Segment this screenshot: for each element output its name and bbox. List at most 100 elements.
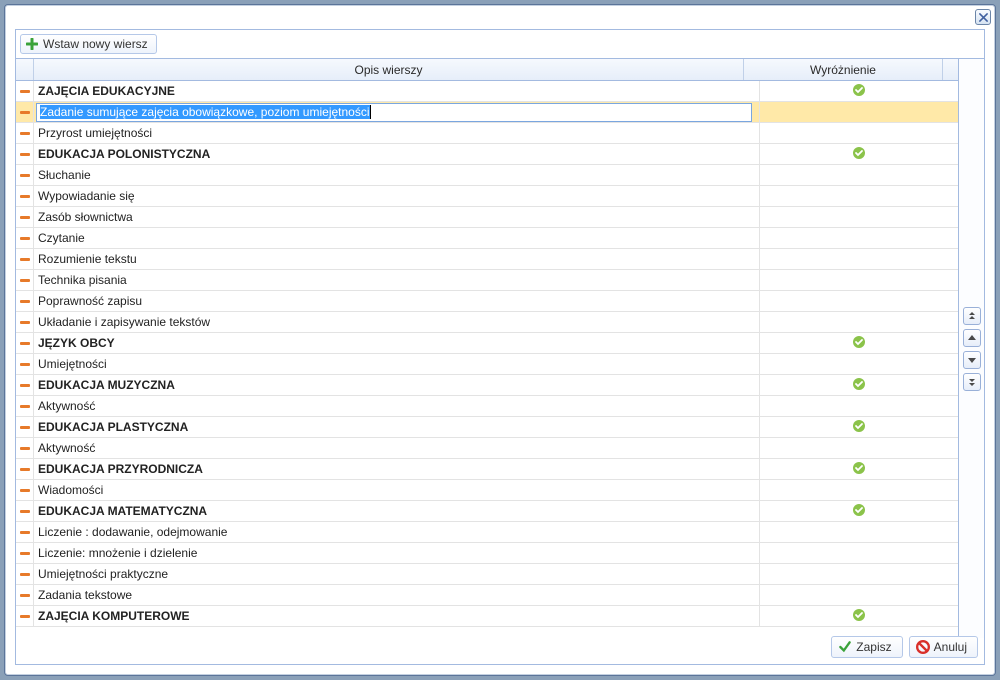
table-row[interactable]: EDUKACJA PRZYRODNICZA	[16, 459, 958, 480]
move-up-button[interactable]	[963, 329, 981, 347]
row-highlight[interactable]	[760, 396, 958, 416]
row-handle[interactable]	[16, 312, 34, 332]
row-description[interactable]: JĘZYK OBCY	[34, 333, 760, 353]
row-handle[interactable]	[16, 123, 34, 143]
row-highlight[interactable]	[760, 333, 958, 353]
row-description[interactable]: EDUKACJA MATEMATYCZNA	[34, 501, 760, 521]
row-handle[interactable]	[16, 81, 34, 101]
row-handle[interactable]	[16, 102, 34, 122]
table-row[interactable]: EDUKACJA POLONISTYCZNA	[16, 144, 958, 165]
row-description[interactable]: Wiadomości	[34, 480, 760, 500]
insert-row-button[interactable]: Wstaw nowy wiersz	[20, 34, 157, 54]
row-handle[interactable]	[16, 207, 34, 227]
row-highlight[interactable]	[760, 438, 958, 458]
row-handle[interactable]	[16, 333, 34, 353]
row-handle[interactable]	[16, 459, 34, 479]
table-row[interactable]: Przyrost umiejętności	[16, 123, 958, 144]
row-handle[interactable]	[16, 375, 34, 395]
row-description[interactable]: Czytanie	[34, 228, 760, 248]
row-description[interactable]: Umiejętności praktyczne	[34, 564, 760, 584]
row-description[interactable]: Aktywność	[34, 396, 760, 416]
row-description[interactable]: Zadania tekstowe	[34, 585, 760, 605]
row-highlight[interactable]	[760, 543, 958, 563]
table-row[interactable]: Czytanie	[16, 228, 958, 249]
row-description[interactable]: Układanie i zapisywanie tekstów	[34, 312, 760, 332]
table-row[interactable]: Liczenie: mnożenie i dzielenie	[16, 543, 958, 564]
move-top-button[interactable]	[963, 307, 981, 325]
row-description[interactable]: EDUKACJA MUZYCZNA	[34, 375, 760, 395]
table-row[interactable]: Aktywność	[16, 396, 958, 417]
table-row[interactable]: Umiejętności	[16, 354, 958, 375]
row-highlight[interactable]	[760, 564, 958, 584]
row-highlight[interactable]	[760, 270, 958, 290]
row-description[interactable]: Technika pisania	[34, 270, 760, 290]
cancel-button[interactable]: Anuluj	[909, 636, 978, 658]
row-highlight[interactable]	[760, 81, 958, 101]
table-row[interactable]: Słuchanie	[16, 165, 958, 186]
row-highlight[interactable]	[760, 354, 958, 374]
table-row[interactable]: Zasób słownictwa	[16, 207, 958, 228]
row-highlight[interactable]	[760, 417, 958, 437]
table-row[interactable]: EDUKACJA MUZYCZNA	[16, 375, 958, 396]
row-handle[interactable]	[16, 606, 34, 626]
row-handle[interactable]	[16, 270, 34, 290]
row-description[interactable]: Poprawność zapisu	[34, 291, 760, 311]
row-description[interactable]: Zasób słownictwa	[34, 207, 760, 227]
close-button[interactable]	[975, 9, 991, 25]
row-edit-input[interactable]: Zadanie sumujące zajęcia obowiązkowe, po…	[36, 103, 752, 122]
row-description[interactable]: ZAJĘCIA EDUKACYJNE	[34, 81, 760, 101]
row-handle[interactable]	[16, 291, 34, 311]
row-description[interactable]: EDUKACJA PLASTYCZNA	[34, 417, 760, 437]
row-highlight[interactable]	[760, 144, 958, 164]
row-highlight[interactable]	[760, 102, 958, 122]
row-handle[interactable]	[16, 585, 34, 605]
row-description[interactable]: EDUKACJA POLONISTYCZNA	[34, 144, 760, 164]
row-description[interactable]: Umiejętności	[34, 354, 760, 374]
row-handle[interactable]	[16, 543, 34, 563]
row-highlight[interactable]	[760, 522, 958, 542]
row-handle[interactable]	[16, 480, 34, 500]
table-row[interactable]: Rozumienie tekstu	[16, 249, 958, 270]
row-description[interactable]: Rozumienie tekstu	[34, 249, 760, 269]
row-handle[interactable]	[16, 228, 34, 248]
row-handle[interactable]	[16, 165, 34, 185]
table-row[interactable]: Poprawność zapisu	[16, 291, 958, 312]
grid-rows[interactable]: ZAJĘCIA EDUKACYJNE Zadanie sumujące zajęc…	[16, 81, 958, 638]
row-description[interactable]: Przyrost umiejętności	[34, 123, 760, 143]
row-highlight[interactable]	[760, 312, 958, 332]
row-description[interactable]: Słuchanie	[34, 165, 760, 185]
table-row[interactable]: Układanie i zapisywanie tekstów	[16, 312, 958, 333]
row-highlight[interactable]	[760, 123, 958, 143]
row-highlight[interactable]	[760, 501, 958, 521]
row-description[interactable]: Zadanie sumujące zajęcia obowiązkowe, po…	[34, 102, 760, 122]
row-description[interactable]: Liczenie : dodawanie, odejmowanie	[34, 522, 760, 542]
row-description[interactable]: Liczenie: mnożenie i dzielenie	[34, 543, 760, 563]
row-handle[interactable]	[16, 438, 34, 458]
row-highlight[interactable]	[760, 186, 958, 206]
row-description[interactable]: ZAJĘCIA KOMPUTEROWE	[34, 606, 760, 626]
table-row[interactable]: Zadania tekstowe	[16, 585, 958, 606]
row-handle[interactable]	[16, 144, 34, 164]
row-highlight[interactable]	[760, 480, 958, 500]
row-description[interactable]: Aktywność	[34, 438, 760, 458]
row-highlight[interactable]	[760, 291, 958, 311]
row-highlight[interactable]	[760, 375, 958, 395]
row-highlight[interactable]	[760, 165, 958, 185]
table-row[interactable]: ZAJĘCIA KOMPUTEROWE	[16, 606, 958, 627]
row-handle[interactable]	[16, 249, 34, 269]
row-handle[interactable]	[16, 564, 34, 584]
table-row[interactable]: Umiejętności praktyczne	[16, 564, 958, 585]
row-handle[interactable]	[16, 522, 34, 542]
table-row[interactable]: Wiadomości	[16, 480, 958, 501]
table-row[interactable]: Wypowiadanie się	[16, 186, 958, 207]
row-highlight[interactable]	[760, 249, 958, 269]
table-row[interactable]: Liczenie : dodawanie, odejmowanie	[16, 522, 958, 543]
table-row[interactable]: EDUKACJA MATEMATYCZNA	[16, 501, 958, 522]
table-row[interactable]: Technika pisania	[16, 270, 958, 291]
move-down-button[interactable]	[963, 351, 981, 369]
col-highlight[interactable]: Wyróżnienie	[744, 59, 942, 80]
table-row[interactable]: ZAJĘCIA EDUKACYJNE	[16, 81, 958, 102]
row-handle[interactable]	[16, 501, 34, 521]
row-handle[interactable]	[16, 354, 34, 374]
table-row[interactable]: Aktywność	[16, 438, 958, 459]
